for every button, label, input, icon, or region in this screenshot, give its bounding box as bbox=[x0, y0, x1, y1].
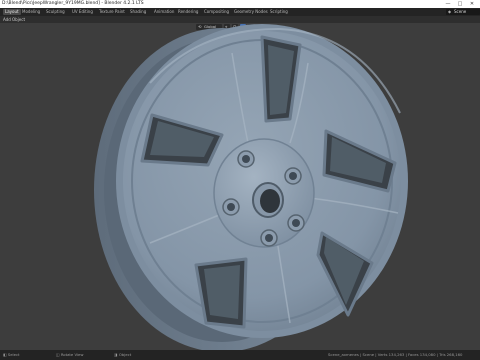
lug-hole-center bbox=[292, 219, 300, 227]
tab-uv-editing[interactable]: UV Editing bbox=[70, 9, 95, 15]
center-bore-hole bbox=[260, 189, 280, 213]
scene-label: Scene bbox=[454, 9, 467, 14]
menu-add[interactable]: Add bbox=[3, 16, 11, 23]
status-rotate-view: ◫ Rotate View bbox=[56, 352, 84, 357]
tab-texture-paint[interactable]: Texture Paint bbox=[97, 9, 127, 15]
scene-statistics: Scene_axmenes | Scene | Verts 134,263 | … bbox=[328, 352, 463, 357]
status-select: ◧ Select bbox=[3, 352, 20, 357]
tab-rendering[interactable]: Rendering bbox=[176, 9, 200, 15]
lug-hole-center bbox=[242, 155, 250, 163]
close-icon[interactable]: ✕ bbox=[466, 0, 478, 8]
tab-shading[interactable]: Shading bbox=[128, 9, 148, 15]
tab-compositing[interactable]: Compositing bbox=[202, 9, 231, 15]
tab-sculpting[interactable]: Sculpting bbox=[44, 9, 67, 15]
window-title-bar: D:\Blend\Pics\JeepWrangler_9Y19MG.blend]… bbox=[0, 0, 480, 8]
minimize-icon[interactable]: — bbox=[442, 0, 454, 8]
mouse-left-icon: ◧ bbox=[3, 352, 7, 357]
tab-modeling[interactable]: Modeling bbox=[20, 9, 42, 15]
status-bar: ◧ Select ◫ Rotate View ◨ Object Scene_ax… bbox=[0, 350, 480, 360]
lug-hole-center bbox=[265, 234, 273, 242]
maximize-icon[interactable]: □ bbox=[454, 0, 466, 8]
tab-layout[interactable]: Layout bbox=[3, 9, 21, 15]
tab-scripting[interactable]: Scripting bbox=[268, 9, 290, 15]
status-object: ◨ Object bbox=[114, 352, 132, 357]
workspace-tab-bar: Layout Modeling Sculpting UV Editing Tex… bbox=[0, 8, 480, 16]
tab-geometry-nodes[interactable]: Geometry Nodes bbox=[232, 9, 270, 15]
mouse-middle-icon: ◫ bbox=[56, 352, 60, 357]
viewport-header: Add Object bbox=[0, 16, 480, 23]
scene-selector[interactable]: ◆ Scene bbox=[446, 9, 480, 15]
wheel-model[interactable] bbox=[0, 23, 480, 350]
3d-viewport[interactable]: ⟲ Global ⋄ ⊓ ∪ ○ ⌒ bbox=[0, 23, 480, 350]
menu-object[interactable]: Object bbox=[12, 16, 25, 23]
lug-hole-center bbox=[289, 172, 297, 180]
tab-animation[interactable]: Animation bbox=[152, 9, 176, 15]
mouse-right-icon: ◨ bbox=[114, 352, 118, 357]
lug-hole-center bbox=[227, 203, 235, 211]
scene-icon: ◆ bbox=[448, 9, 452, 14]
window-title: D:\Blend\Pics\JeepWrangler_9Y19MG.blend]… bbox=[2, 1, 144, 6]
